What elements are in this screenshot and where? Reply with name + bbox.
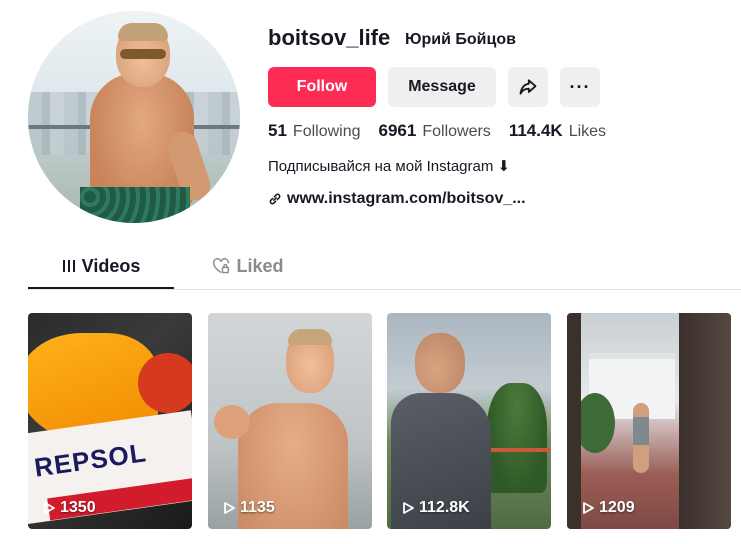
motorbike-red-part [138,353,192,413]
more-options-button[interactable]: ··· [560,67,600,107]
thumb-door-left [567,313,581,529]
thumb-person-fist [214,405,250,439]
profile-nickname: Юрий Бойцов [405,31,516,48]
profile-link-text: www.instagram.com/boitsov_... [287,190,526,207]
thumb-person-head [415,333,465,393]
share-button[interactable] [508,67,548,107]
video-view-count: 1209 [599,499,635,516]
thumb-person [633,403,649,473]
profile-tabs: Videos Liked [28,245,741,290]
thumb-trees [575,393,615,453]
play-icon [403,502,414,514]
thumb-person-hair [288,329,332,345]
followers-stat[interactable]: 6961 Followers [379,121,491,141]
followers-count: 6961 [378,121,417,140]
likes-label: Likes [568,123,607,140]
avatar-shorts [80,187,190,223]
profile-link[interactable]: www.instagram.com/boitsov_... [268,190,526,208]
video-view-count: 112.8K [419,499,470,516]
message-button[interactable]: Message [388,67,496,107]
follow-button[interactable]: Follow [268,67,376,107]
profile-bio: Подписывайся на мой Instagram ⬇ [268,158,511,175]
video-views: 1350 [42,499,96,517]
tab-videos-label: Videos [81,255,141,276]
tab-liked-label: Liked [236,255,284,276]
share-arrow-icon [519,79,537,95]
heart-lock-icon [213,258,230,274]
profile-avatar [28,11,240,223]
video-thumbnail[interactable]: 1209 [567,313,731,529]
video-views: 112.8K [401,499,470,517]
tab-videos[interactable]: Videos [28,245,174,289]
profile-username: boitsov_life [268,25,391,50]
video-thumbnail[interactable]: 1135 [208,313,372,529]
likes-count: 114.4K [508,121,563,140]
followers-label: Followers [422,123,491,140]
play-icon [224,502,235,514]
more-dots-icon: ··· [569,76,591,97]
play-icon [44,502,55,514]
following-stat[interactable]: 51 Following [268,121,361,141]
tab-liked[interactable]: Liked [188,245,308,287]
avatar-glasses [120,49,166,59]
play-icon [583,502,594,514]
following-label: Following [292,123,361,140]
thumb-door-right [679,313,731,529]
video-views: 1209 [581,499,635,517]
video-thumbnail[interactable]: 112.8K [387,313,551,529]
profile-stats: 51 Following 6961 Followers 114.4K Likes [268,121,624,141]
avatar-hair [118,23,168,41]
likes-stat: 114.4K Likes [509,121,606,141]
link-icon [269,193,281,205]
video-view-count: 1350 [60,499,96,516]
following-count: 51 [268,121,287,140]
video-views: 1135 [222,499,275,517]
grid-lines-icon [62,260,75,272]
video-thumbnail[interactable]: REPSOL 1350 [28,313,192,529]
video-view-count: 1135 [240,499,275,516]
thumb-palm-tree [487,383,547,493]
